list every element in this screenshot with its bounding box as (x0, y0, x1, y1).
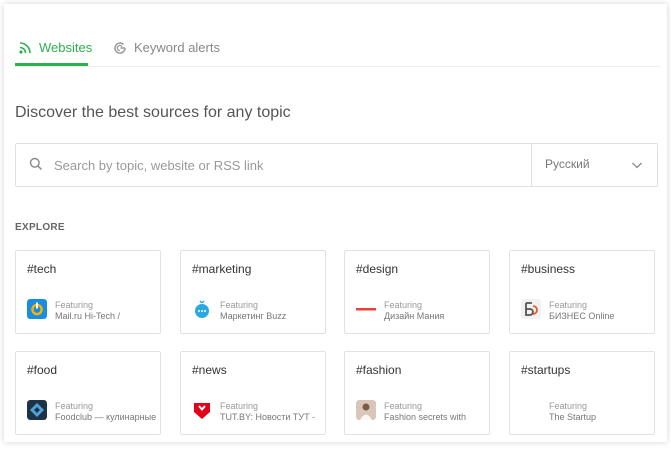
topic-card-business[interactable]: #business Featuring БИЗНЕС Online (509, 250, 655, 334)
featured-source: Fashion secrets with (384, 412, 467, 422)
search-bar: Русский (15, 143, 658, 187)
topic-card-news[interactable]: #news Featuring TUT.BY: Новости ТУТ - (180, 351, 326, 435)
tab-keyword-alerts-label: Keyword alerts (134, 40, 220, 55)
mail-ru-logo-icon (27, 299, 47, 319)
topic-tag: #startups (521, 363, 571, 377)
featuring-label: Featuring (220, 401, 259, 411)
featuring-label: Featuring (220, 300, 259, 310)
featured-source: Mail.ru Hi-Tech / (55, 311, 121, 321)
featuring-label: Featuring (384, 300, 423, 310)
explore-heading: EXPLORE (15, 222, 65, 233)
topic-card-fashion[interactable]: #fashion Featuring Fashion secrets with (344, 351, 490, 435)
featuring-label: Featuring (549, 300, 588, 310)
topic-tag: #food (27, 363, 58, 377)
featured-source: TUT.BY: Новости ТУТ - (220, 412, 316, 422)
topic-card-startups[interactable]: #startups Featuring The Startup (509, 351, 655, 435)
language-select[interactable]: Русский (531, 144, 657, 186)
topic-card-tech[interactable]: #tech Featuring Mail.ru Hi-Tech / (15, 250, 161, 334)
topic-tag: #marketing (192, 262, 252, 276)
featuring-label: Featuring (549, 401, 588, 411)
topic-card-food[interactable]: #food Featuring Foodclub — кулинарные (15, 351, 161, 435)
topic-tag: #business (521, 262, 576, 276)
featured-source: Foodclub — кулинарные (55, 412, 157, 422)
page-heading: Discover the best sources for any topic (15, 104, 291, 121)
tab-keyword-alerts[interactable]: Keyword alerts (113, 40, 220, 55)
topic-card-marketing[interactable]: #marketing Featuring Маркетинг Buzz (180, 250, 326, 334)
sources-panel: Websites Keyword alerts Discover the bes… (4, 4, 667, 442)
featured-source: БИЗНЕС Online (549, 311, 615, 321)
featured-source: The Startup (549, 412, 597, 422)
design-mania-logo-icon (356, 299, 376, 319)
language-selected: Русский (545, 157, 590, 171)
rss-icon (18, 41, 32, 55)
featuring-label: Featuring (55, 300, 94, 310)
topic-tag: #tech (27, 262, 57, 276)
tab-websites[interactable]: Websites (18, 40, 92, 55)
marketing-buzz-logo-icon (192, 299, 212, 319)
chevron-down-icon (631, 158, 643, 176)
tab-bar: Websites Keyword alerts (15, 4, 660, 67)
tab-websites-label: Websites (39, 40, 93, 55)
topic-tag: #news (192, 363, 227, 377)
topic-tag: #design (356, 262, 399, 276)
featured-source: Маркетинг Buzz (220, 311, 287, 321)
search-input[interactable] (52, 145, 536, 185)
foodclub-logo-icon (27, 400, 47, 420)
featuring-label: Featuring (55, 401, 94, 411)
google-icon (113, 41, 127, 55)
topic-tag: #fashion (356, 363, 402, 377)
featured-source: Дизайн Мания (384, 311, 445, 321)
topic-card-design[interactable]: #design Featuring Дизайн Мания (344, 250, 490, 334)
tut-by-logo-icon (192, 400, 212, 420)
fashion-secrets-logo-icon (356, 400, 376, 420)
active-tab-indicator (15, 63, 88, 66)
featuring-label: Featuring (384, 401, 423, 411)
search-icon (29, 157, 43, 176)
business-online-logo-icon (521, 299, 541, 319)
